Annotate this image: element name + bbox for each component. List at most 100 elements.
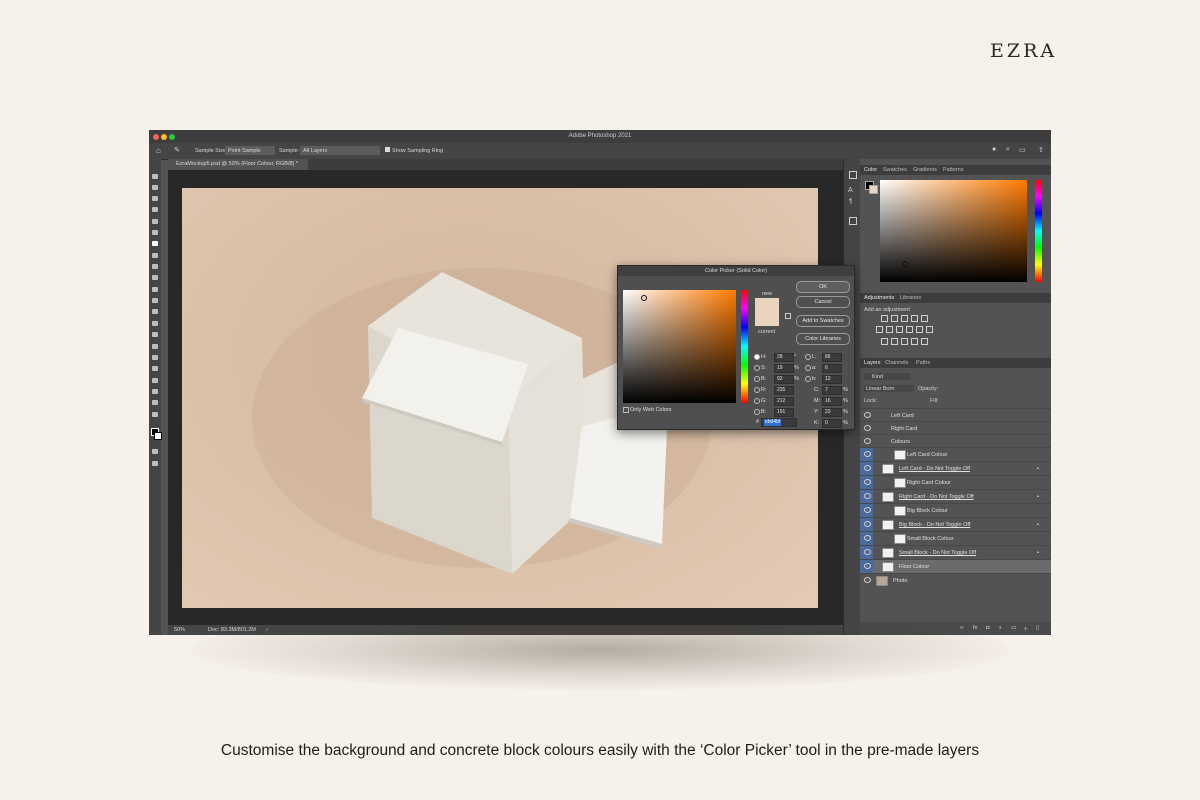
3d-icon[interactable] (849, 217, 857, 225)
layer-row[interactable]: Small Block Colour (860, 531, 1051, 545)
visibility-eye-icon[interactable] (864, 507, 871, 513)
l-radio[interactable] (805, 354, 811, 360)
a-field[interactable]: 6 (822, 364, 842, 373)
visibility-eye-icon[interactable] (864, 425, 871, 431)
hue-saturation-icon[interactable] (876, 326, 883, 333)
layer-row[interactable]: Photo (860, 573, 1051, 587)
screen-mode-icon[interactable] (152, 461, 158, 466)
frame-tool-icon[interactable] (152, 230, 158, 235)
add-mask-icon[interactable]: ◘ (986, 625, 989, 631)
sample-select[interactable]: All Layers (300, 146, 380, 155)
cube-icon[interactable] (785, 313, 791, 319)
background-color-swatch[interactable] (154, 432, 162, 440)
curves-icon[interactable] (901, 315, 908, 322)
tab-patterns[interactable]: Patterns (943, 167, 963, 173)
blur-tool-icon[interactable] (152, 321, 158, 326)
visibility-eye-icon[interactable] (864, 535, 871, 541)
tab-gradients[interactable]: Gradients (913, 167, 937, 173)
b-field[interactable]: 92 (774, 375, 794, 384)
pen-tool-icon[interactable] (152, 344, 158, 349)
current-color-swatch[interactable] (755, 312, 779, 326)
brightness-icon[interactable] (881, 315, 888, 322)
history-brush-tool-icon[interactable] (152, 287, 158, 292)
blue-field[interactable]: 191 (774, 408, 794, 417)
visibility-eye-icon[interactable] (864, 451, 871, 457)
s-radio[interactable] (754, 365, 760, 371)
path-select-tool-icon[interactable] (152, 366, 158, 371)
eraser-tool-icon[interactable] (152, 298, 158, 303)
layer-row[interactable]: Big Block - Do Not Toggle Off ▪ (860, 517, 1051, 531)
layer-row[interactable]: Right Card - Do Not Toggle Off ▪ (860, 489, 1051, 503)
tab-libraries[interactable]: Libraries (900, 295, 921, 301)
tab-layers[interactable]: Layers (864, 360, 881, 366)
h-field[interactable]: 28 (774, 353, 794, 362)
delete-layer-icon[interactable]: ▯ (1036, 625, 1039, 631)
hue-slider[interactable] (1035, 180, 1042, 282)
lab-b-radio[interactable] (805, 376, 811, 382)
show-ring-checkbox[interactable] (385, 147, 390, 152)
share-icon[interactable]: ⇪ (1038, 146, 1044, 154)
zoom-tool-icon[interactable] (152, 400, 158, 405)
new-layer-icon[interactable]: ＋ (1023, 625, 1029, 633)
brush-tool-icon[interactable] (152, 264, 158, 269)
invert-icon[interactable] (881, 338, 888, 345)
vibrance-icon[interactable] (921, 315, 928, 322)
layer-row[interactable]: Right Card Colour (860, 475, 1051, 489)
g-field[interactable]: 212 (774, 397, 794, 406)
layer-row[interactable]: Floor Colour (860, 559, 1051, 573)
picker-hue-slider[interactable] (741, 290, 748, 403)
layer-kind-filter[interactable]: Kind (864, 373, 910, 380)
levels-icon[interactable] (891, 315, 898, 322)
m-field[interactable]: 16 (822, 397, 842, 406)
cancel-button[interactable]: Cancel (796, 296, 850, 308)
type-tool-icon[interactable] (152, 355, 158, 360)
visibility-eye-icon[interactable] (864, 549, 871, 555)
selective-color-icon[interactable] (921, 338, 928, 345)
document-tab[interactable]: EzraMockup5.psd @ 50% (Floor Colour, RGB… (168, 159, 308, 170)
healing-tool-icon[interactable] (152, 253, 158, 258)
quick-select-tool-icon[interactable] (152, 207, 158, 212)
crop-tool-icon[interactable] (152, 219, 158, 224)
layer-row[interactable]: Big Block Colour (860, 503, 1051, 517)
r-radio[interactable] (754, 387, 760, 393)
s-field[interactable]: 19 (774, 364, 794, 373)
blue-radio[interactable] (754, 409, 760, 415)
layer-row[interactable]: Colours (860, 434, 1051, 448)
layer-row[interactable]: Left Card Colour (860, 447, 1051, 461)
color-field[interactable] (880, 180, 1027, 282)
eyedropper-tool-icon[interactable] (152, 241, 158, 246)
color-lookup-icon[interactable] (926, 326, 933, 333)
fx-icon[interactable]: fx (973, 625, 977, 631)
add-to-swatches-button[interactable]: Add to Swatches (796, 315, 850, 327)
k-field[interactable]: 0 (822, 419, 842, 428)
visibility-eye-icon[interactable] (864, 577, 871, 583)
new-fill-layer-icon[interactable]: ◐ (999, 625, 1002, 631)
threshold-icon[interactable] (901, 338, 908, 345)
visibility-eye-icon[interactable] (864, 493, 871, 499)
tab-adjustments[interactable]: Adjustments (864, 295, 894, 301)
workspace-icon[interactable]: ▭ (1019, 146, 1026, 154)
visibility-eye-icon[interactable] (864, 479, 871, 485)
stamp-tool-icon[interactable] (152, 275, 158, 280)
posterize-icon[interactable] (891, 338, 898, 345)
picker-color-field[interactable] (623, 290, 736, 403)
visibility-eye-icon[interactable] (864, 521, 871, 527)
hex-field[interactable]: ebd4bf (761, 418, 797, 427)
photo-filter-icon[interactable] (906, 326, 913, 333)
quick-mask-icon[interactable] (152, 449, 158, 454)
layer-row[interactable]: Small Block - Do Not Toggle Off ▪ (860, 545, 1051, 559)
move-tool-icon[interactable] (152, 174, 158, 179)
c-field[interactable]: 7 (822, 386, 842, 395)
paragraph-icon[interactable]: ¶ (849, 199, 852, 205)
hue-radio[interactable] (754, 354, 760, 360)
exposure-icon[interactable] (911, 315, 918, 322)
ok-button[interactable]: OK (796, 281, 850, 293)
r-field[interactable]: 235 (774, 386, 794, 395)
home-icon[interactable]: ⌂ (156, 146, 161, 155)
layer-row[interactable]: Right Card (860, 421, 1051, 435)
shape-tool-icon[interactable] (152, 378, 158, 383)
layer-row[interactable]: Left Card - Do Not Toggle Off ▪ (860, 461, 1051, 475)
color-libraries-button[interactable]: Color Libraries (796, 333, 850, 345)
layer-row[interactable]: Left Card (860, 408, 1051, 422)
visibility-eye-icon[interactable] (864, 563, 871, 569)
